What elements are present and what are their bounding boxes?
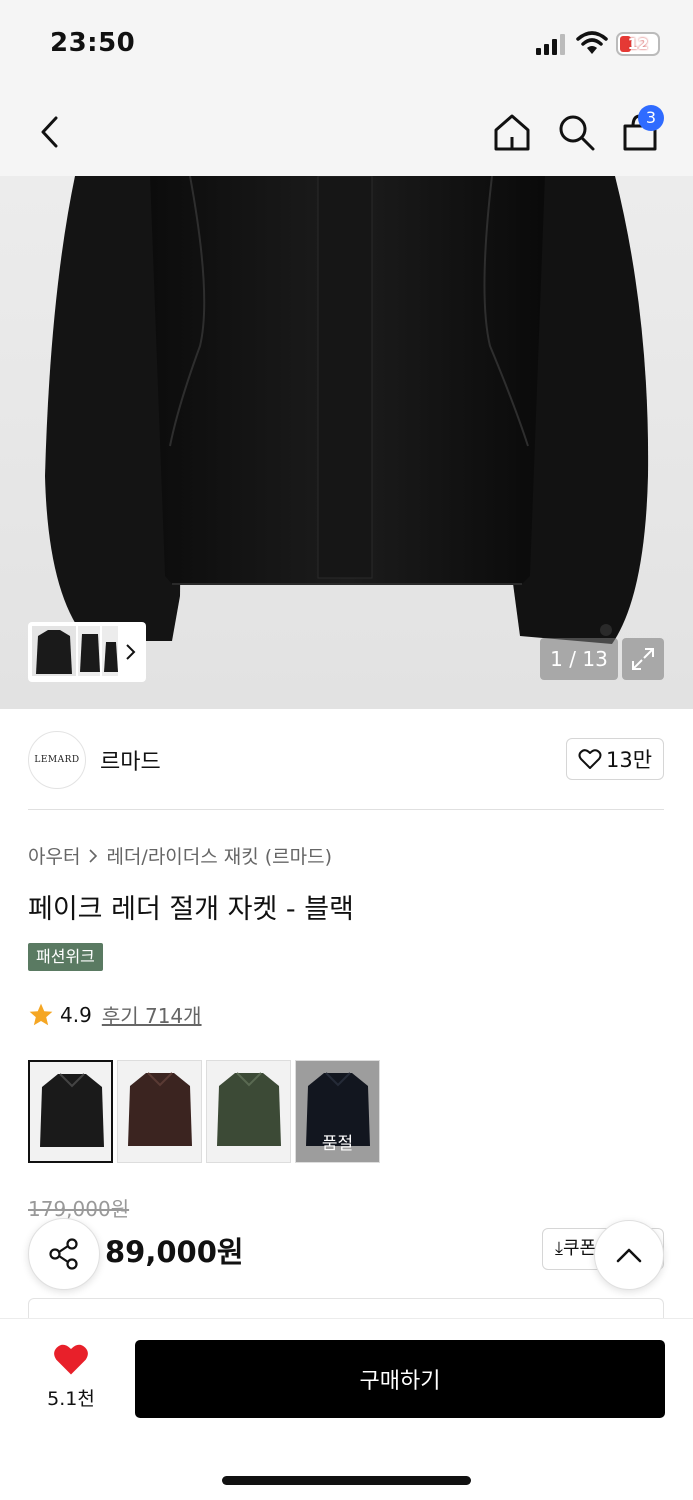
- status-bar: 23:50 12: [0, 0, 693, 88]
- chevron-right-icon: [126, 644, 136, 660]
- thumbnail-strip[interactable]: [28, 622, 146, 682]
- expand-icon[interactable]: [622, 638, 664, 680]
- sale-price: 89,000원: [105, 1235, 244, 1269]
- brand-like-count: 13만: [605, 748, 653, 772]
- wishlist-button[interactable]: 5.1천: [40, 1342, 102, 1411]
- color-swatch-brown[interactable]: [117, 1060, 202, 1163]
- breadcrumb-subcategory[interactable]: 레더/라이더스 재킷 (르마드): [106, 842, 332, 869]
- review-count-link[interactable]: 후기 714개: [102, 1000, 202, 1029]
- brand-name[interactable]: 르마드: [100, 744, 161, 776]
- breadcrumb-category[interactable]: 아우터: [28, 842, 80, 869]
- nav-bar: [0, 88, 693, 176]
- color-swatch-khaki[interactable]: [206, 1060, 291, 1163]
- brand-like-button[interactable]: 13만: [566, 738, 664, 780]
- color-swatch-navy[interactable]: 품절: [295, 1060, 380, 1163]
- home-indicator: [222, 1476, 471, 1485]
- back-icon[interactable]: [26, 108, 74, 156]
- color-swatch-black[interactable]: [28, 1060, 113, 1163]
- sold-out-label: 품절: [296, 1061, 379, 1162]
- share-icon: [49, 1238, 78, 1270]
- heart-filled-icon: [54, 1344, 88, 1375]
- buy-button[interactable]: 구매하기: [135, 1340, 665, 1418]
- rating-row[interactable]: 4.9 후기 714개: [28, 1000, 202, 1029]
- scroll-to-top-button[interactable]: [594, 1220, 664, 1290]
- image-counter: 1 / 13: [540, 638, 618, 680]
- breadcrumb: 아우터 레더/라이더스 재킷 (르마드): [28, 842, 332, 869]
- coupon-label: 쿠폰: [562, 1238, 597, 1259]
- fashion-week-tag: 패션위크: [28, 943, 103, 971]
- search-icon[interactable]: [552, 108, 600, 156]
- wifi-icon: [576, 31, 608, 54]
- download-icon: ⤓: [555, 1238, 563, 1259]
- chevron-right-icon: [89, 848, 98, 863]
- product-title: 페이크 레더 절개 자켓 - 블랙: [28, 894, 354, 925]
- divider: [28, 809, 664, 810]
- signal-icon: [536, 33, 568, 55]
- cart-count-badge: 3: [638, 105, 664, 131]
- share-button[interactable]: [28, 1218, 100, 1290]
- heart-outline-icon: [578, 749, 602, 769]
- battery-icon: 12: [616, 32, 660, 56]
- chevron-up-icon: [616, 1248, 642, 1263]
- original-price: 179,000원: [28, 1197, 130, 1221]
- rating-value: 4.9: [60, 1002, 92, 1027]
- star-icon: [29, 1003, 53, 1025]
- wishlist-count: 5.1천: [47, 1388, 95, 1410]
- status-time: 23:50: [50, 28, 136, 58]
- brand-logo[interactable]: LEMARD: [28, 731, 86, 789]
- home-icon[interactable]: [488, 108, 536, 156]
